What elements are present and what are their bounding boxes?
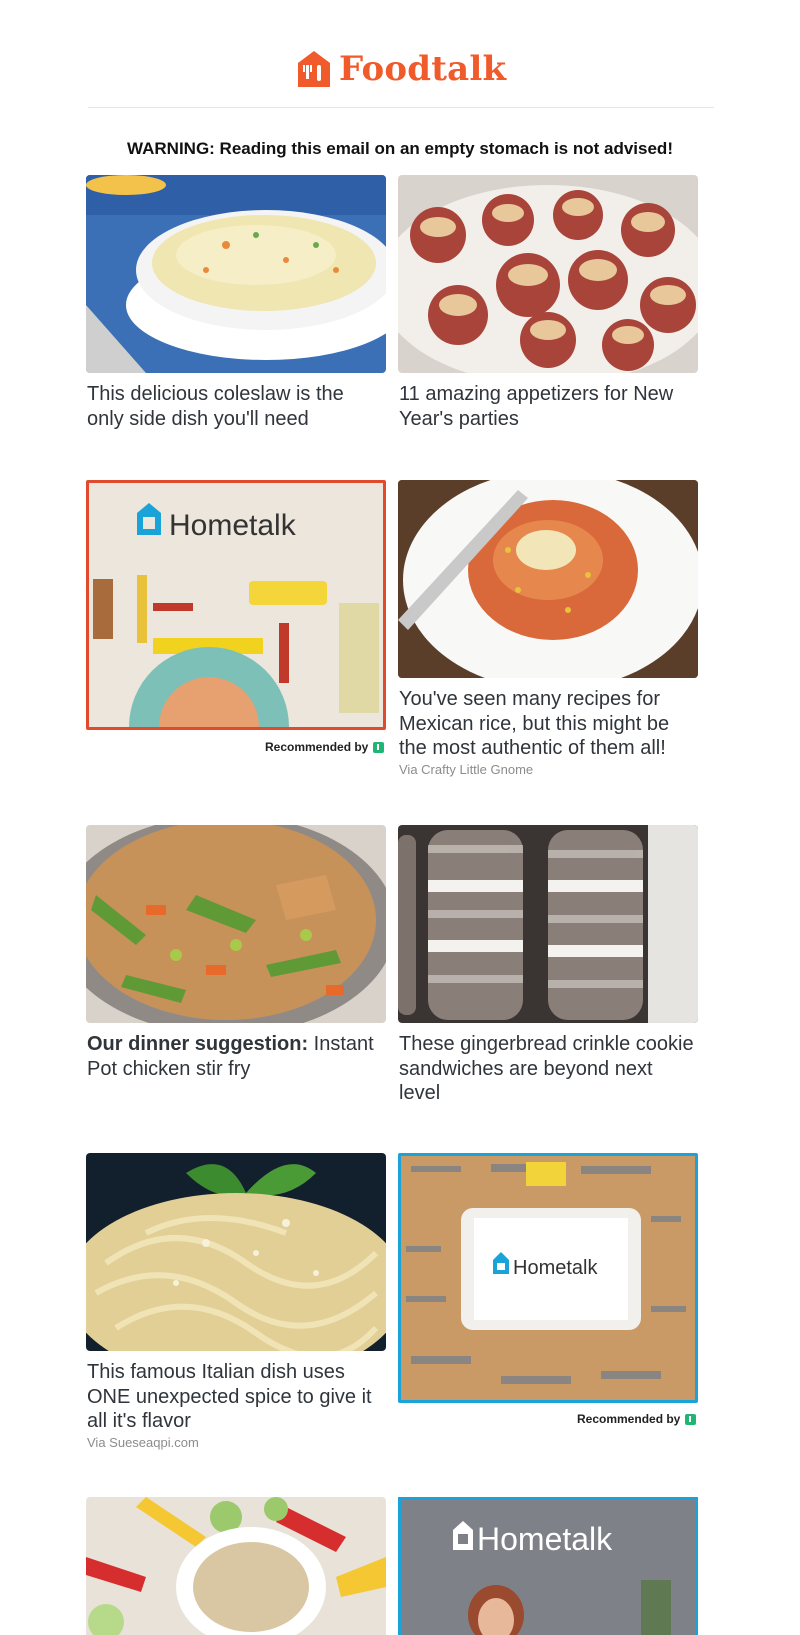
card-title[interactable]: These gingerbread crinkle cookie sandwic… [399, 1032, 694, 1106]
house-fork-icon [295, 49, 333, 89]
hummus-veggies-image[interactable] [86, 1497, 386, 1635]
card-title[interactable]: You've seen many recipes for Mexican ric… [399, 687, 694, 761]
title-emphasis: Our dinner suggestion: [87, 1033, 309, 1055]
coleslaw-image[interactable] [86, 175, 386, 373]
hometalk-logo-text: Hometalk [513, 1257, 598, 1279]
hometalk-logo-text: Hometalk [477, 1521, 613, 1557]
header-divider [88, 107, 714, 108]
source-label: Via Crafty Little Gnome [399, 762, 534, 777]
card-title[interactable]: 11 amazing appetizers for New Year's par… [399, 382, 694, 431]
hometalk-ad-image[interactable]: Hometalk [398, 1153, 698, 1403]
recommended-by[interactable]: Recommended by [577, 1412, 697, 1426]
recommended-label: Recommended by [577, 1412, 681, 1426]
stir-fry-image[interactable] [86, 825, 386, 1023]
italian-pasta-image[interactable] [86, 1153, 386, 1351]
card-title[interactable]: This delicious coleslaw is the only side… [87, 382, 377, 431]
brand-name: Foodtalk [339, 49, 507, 89]
recommended-label: Recommended by [265, 740, 369, 754]
source-label: Via Sueseaqpi.com [87, 1435, 199, 1450]
gingerbread-cookies-image[interactable] [398, 825, 698, 1023]
recommender-logo-icon [685, 1413, 697, 1425]
recommended-by[interactable]: Recommended by [265, 740, 385, 754]
hometalk-ad-image[interactable]: Hometalk [86, 480, 386, 730]
recommender-logo-icon [373, 741, 385, 753]
card-title[interactable]: This famous Italian dish uses ONE unexpe… [87, 1360, 382, 1434]
appetizers-image[interactable] [398, 175, 698, 373]
mexican-rice-image[interactable] [398, 480, 698, 678]
hometalk-logo-text: Hometalk [169, 509, 297, 542]
warning-text: WARNING: Reading this email on an empty … [127, 139, 673, 158]
card-title[interactable]: Our dinner suggestion: Instant Pot chick… [87, 1032, 382, 1081]
foodtalk-logo[interactable]: Foodtalk [295, 46, 506, 92]
hometalk-ad-image[interactable]: Hometalk [398, 1497, 698, 1635]
